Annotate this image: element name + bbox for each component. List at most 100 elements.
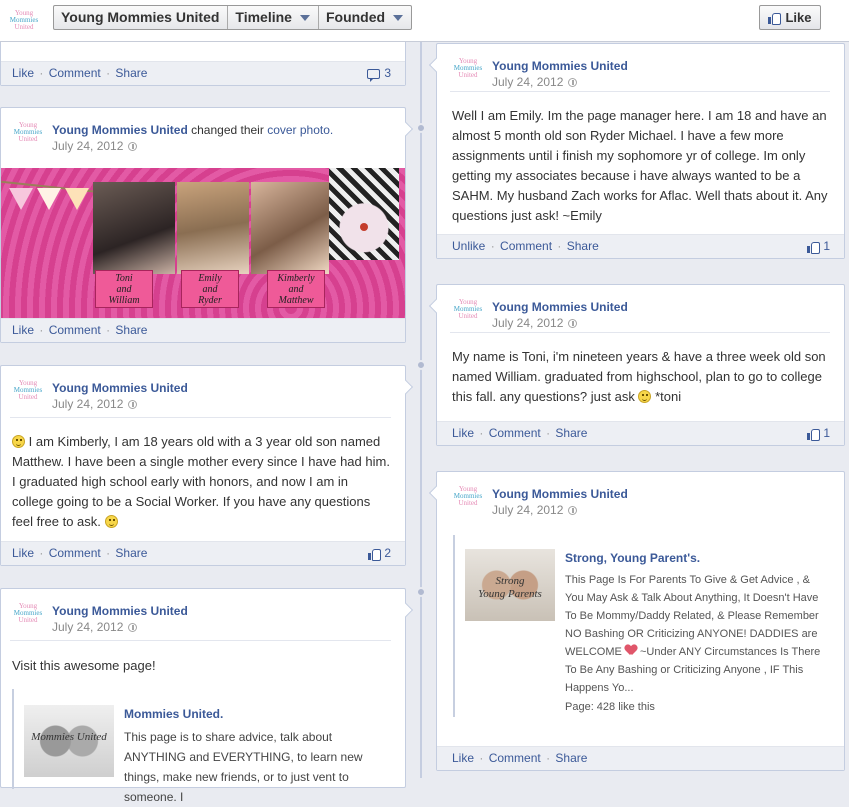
comment-link[interactable]: Comment	[49, 323, 101, 337]
like-count[interactable]: 1	[807, 422, 830, 445]
chevron-down-icon	[299, 14, 310, 21]
like-link[interactable]: Like	[12, 66, 34, 80]
author-name-link[interactable]: Young Mommies United	[492, 487, 628, 501]
like-page-button[interactable]: Like	[759, 5, 821, 30]
post-date[interactable]: July 24, 2012	[52, 397, 138, 411]
timeline-dot	[416, 587, 426, 597]
globe-icon	[568, 77, 578, 87]
post-card-cover-photo: Young Mommies United Young Mommies Unite…	[0, 107, 414, 343]
cover-photo-image[interactable]: Toni and William Emily and Ryder Kimberl…	[1, 168, 405, 318]
share-link[interactable]: Share	[115, 66, 147, 80]
like-link[interactable]: Like	[12, 323, 34, 337]
globe-icon	[128, 622, 138, 632]
post-action-bar: Like · Comment · Share 1	[437, 421, 844, 445]
cover-photo-link[interactable]: cover photo.	[267, 123, 333, 137]
post-action-bar: Like · Comment · Share	[1, 318, 405, 342]
post-date[interactable]: July 24, 2012	[52, 139, 138, 153]
post-text: Visit this awesome page!	[12, 658, 156, 673]
comment-count[interactable]: 3	[367, 62, 391, 85]
post-card-toni: Young Mommies United Young Mommies Unite…	[428, 284, 845, 446]
crumb-founded-dropdown[interactable]: Founded	[319, 6, 411, 29]
photo-caption: Emily and Ryder	[181, 270, 239, 308]
shared-page-attachment[interactable]: Mommies United Mommies United. This page…	[12, 689, 402, 804]
shared-page-attachment[interactable]: Strong Young Parents Strong, Young Paren…	[453, 535, 838, 717]
like-count[interactable]: 1	[807, 235, 830, 258]
crumb-timeline-dropdown[interactable]: Timeline	[228, 6, 319, 29]
post-card-emily: Young Mommies United Young Mommies Unite…	[428, 43, 845, 259]
post-text: I am Kimberly, I am 18 years old with a …	[12, 434, 390, 529]
author-avatar[interactable]: Young Mommies United	[10, 118, 46, 148]
family-photo	[251, 182, 329, 274]
comment-link[interactable]: Comment	[49, 546, 101, 560]
post-text: Well I am Emily. Im the page manager her…	[452, 108, 828, 223]
shared-page-title-link[interactable]: Strong, Young Parent's.	[565, 551, 700, 565]
post-card: Like · Comment · Share 3	[0, 36, 406, 86]
post-action-bar: Like · Comment · Share 3	[1, 61, 405, 85]
decorative-flower	[329, 168, 399, 260]
post-text: My name is Toni, i'm nineteen years & ha…	[452, 349, 826, 404]
shared-page-thumbnail[interactable]: Mommies United	[24, 705, 114, 777]
shared-page-description: This Page Is For Parents To Give & Get A…	[565, 571, 827, 716]
post-action-bar: Like · Comment · Share	[437, 746, 844, 770]
globe-icon	[568, 318, 578, 328]
post-card-visit-page: Young Mommies United Young Mommies Unite…	[0, 588, 414, 804]
post-date[interactable]: July 24, 2012	[52, 620, 138, 634]
comment-bubble-icon	[367, 68, 381, 82]
like-link[interactable]: Like	[452, 426, 474, 440]
comment-link[interactable]: Comment	[500, 239, 552, 253]
chevron-down-icon	[393, 14, 404, 21]
heart-icon	[625, 645, 637, 656]
share-link[interactable]: Share	[555, 751, 587, 765]
author-name-link[interactable]: Young Mommies United	[492, 300, 628, 314]
shared-page-thumbnail[interactable]: Strong Young Parents	[465, 549, 555, 621]
comment-link[interactable]: Comment	[489, 426, 541, 440]
crumb-page-name[interactable]: Young Mommies United	[54, 6, 229, 29]
author-name-link[interactable]: Young Mommies United	[52, 123, 188, 137]
page-profile-logo[interactable]: Young Mommies United	[6, 6, 42, 36]
shared-page-title-link[interactable]: Mommies United.	[124, 707, 223, 721]
post-card-kimberly: Young Mommies United Young Mommies Unite…	[0, 365, 414, 566]
comment-link[interactable]: Comment	[489, 751, 541, 765]
like-link[interactable]: Like	[12, 546, 34, 560]
shared-page-description: This page is to share advice, talk about…	[124, 730, 363, 804]
author-name-link[interactable]: Young Mommies United	[492, 59, 628, 73]
smiley-emoticon-icon	[12, 435, 25, 448]
share-link[interactable]: Share	[555, 426, 587, 440]
share-link[interactable]: Share	[567, 239, 599, 253]
smiley-emoticon-icon	[638, 390, 652, 403]
author-avatar[interactable]: Young Mommies United	[450, 482, 486, 512]
post-date[interactable]: July 24, 2012	[492, 75, 578, 89]
breadcrumb: Young Mommies United Timeline Founded	[53, 5, 413, 30]
like-link[interactable]: Like	[452, 751, 474, 765]
thumbs-up-icon	[807, 428, 821, 441]
thumbs-up-icon	[768, 12, 782, 25]
page-like-count: Page: 428 like this	[565, 701, 655, 713]
post-date[interactable]: July 24, 2012	[492, 503, 578, 517]
timeline-dot	[416, 123, 426, 133]
author-name-link[interactable]: Young Mommies United	[52, 604, 188, 618]
post-action-bar: Like · Comment · Share 2	[1, 541, 405, 565]
post-action-bar: Unlike · Comment · Share 1	[437, 234, 844, 258]
post-author-line: Young Mommies United changed their cover…	[52, 123, 334, 137]
globe-icon	[128, 141, 138, 151]
unlike-link[interactable]: Unlike	[452, 239, 485, 253]
family-photo	[93, 182, 175, 274]
globe-icon	[128, 399, 138, 409]
author-avatar[interactable]: Young Mommies United	[10, 376, 46, 406]
like-count[interactable]: 2	[368, 542, 391, 565]
photo-caption: Kimberly and Matthew	[267, 270, 325, 308]
comment-link[interactable]: Comment	[49, 66, 101, 80]
share-link[interactable]: Share	[115, 546, 147, 560]
author-name-link[interactable]: Young Mommies United	[52, 381, 188, 395]
author-avatar[interactable]: Young Mommies United	[450, 54, 486, 84]
globe-icon	[568, 505, 578, 515]
author-avatar[interactable]: Young Mommies United	[10, 599, 46, 629]
share-link[interactable]: Share	[115, 323, 147, 337]
post-date[interactable]: July 24, 2012	[492, 316, 578, 330]
thumbs-up-icon	[368, 548, 382, 561]
smiley-emoticon-icon	[104, 515, 118, 528]
page-header-bar: Young Mommies United Young Mommies Unite…	[0, 0, 849, 42]
timeline-dot	[416, 360, 426, 370]
photo-caption: Toni and William	[95, 270, 153, 308]
author-avatar[interactable]: Young Mommies United	[450, 295, 486, 325]
